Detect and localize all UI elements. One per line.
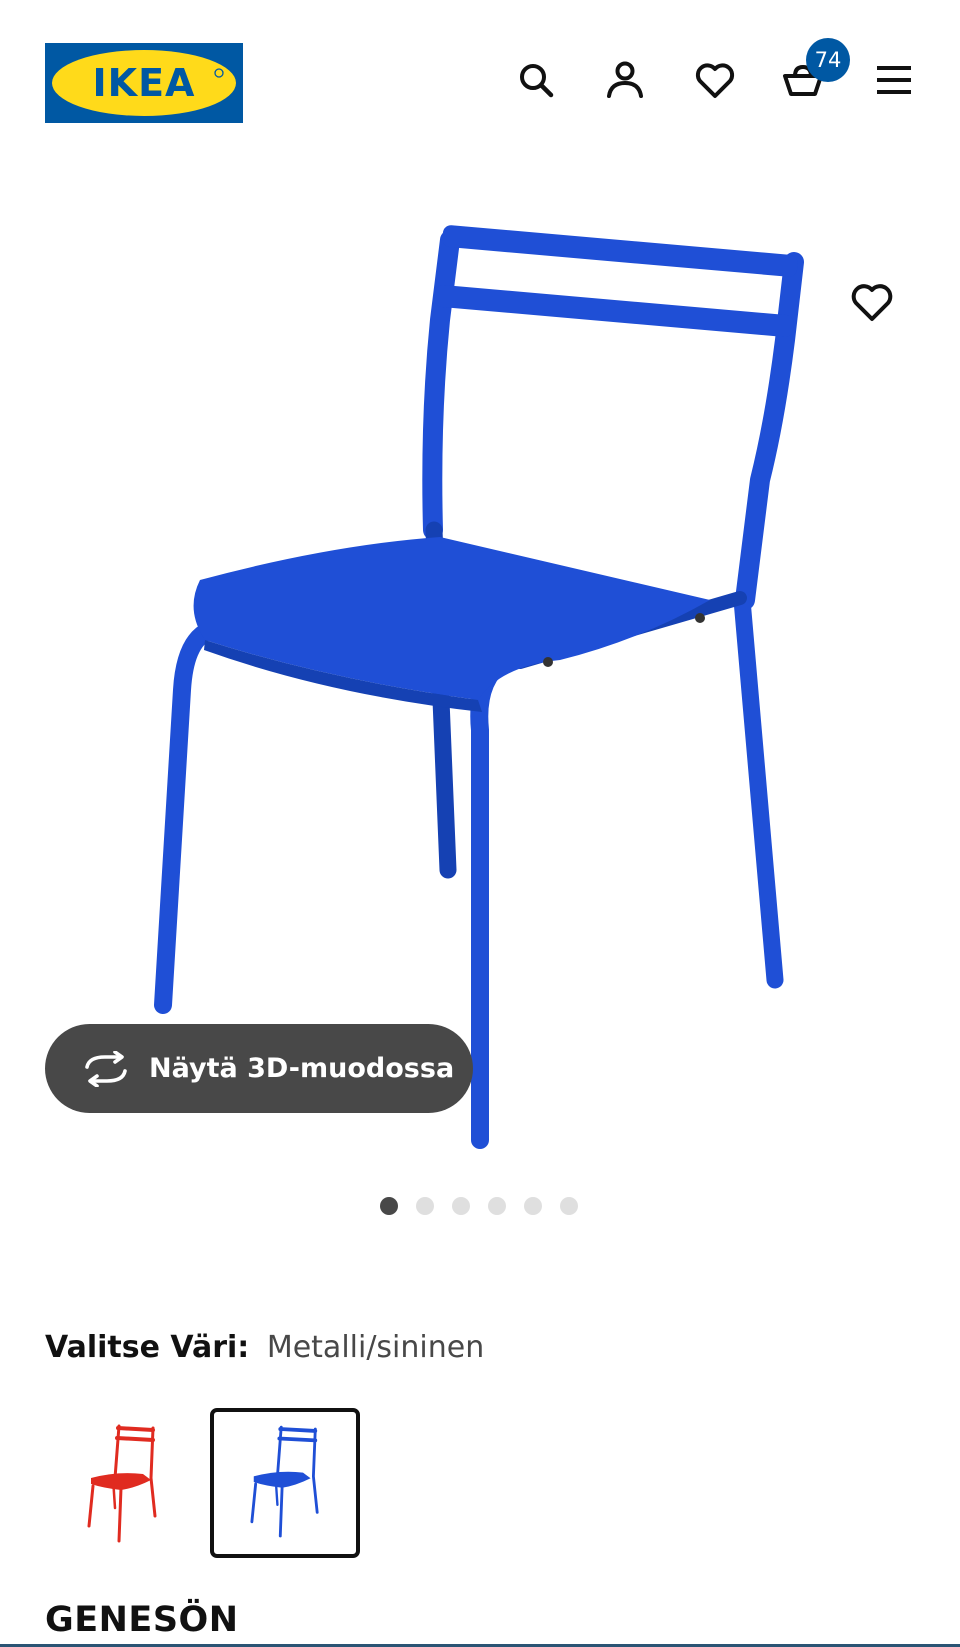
product-name: GENESÖN bbox=[45, 1600, 239, 1640]
color-swatch-blue[interactable] bbox=[210, 1408, 360, 1558]
view-3d-label: Näytä 3D-muodossa bbox=[149, 1053, 455, 1084]
site-header: IKEA 74 bbox=[0, 0, 960, 170]
color-value: Metalli/sininen bbox=[266, 1330, 485, 1365]
color-selector-heading: Valitse Väri: Metalli/sininen bbox=[45, 1330, 484, 1365]
carousel-dot[interactable] bbox=[416, 1197, 434, 1215]
carousel-dot[interactable] bbox=[488, 1197, 506, 1215]
carousel-dot[interactable] bbox=[560, 1197, 578, 1215]
add-to-favourites-button[interactable] bbox=[848, 278, 896, 326]
image-carousel-indicator bbox=[380, 1197, 596, 1217]
carousel-dot[interactable] bbox=[380, 1197, 398, 1215]
carousel-dot[interactable] bbox=[452, 1197, 470, 1215]
ikea-logo[interactable]: IKEA bbox=[45, 43, 243, 123]
menu-icon[interactable] bbox=[872, 58, 916, 102]
account-icon[interactable] bbox=[603, 58, 647, 102]
search-icon[interactable] bbox=[514, 58, 558, 102]
heart-icon[interactable] bbox=[693, 58, 737, 102]
color-swatch-red[interactable] bbox=[55, 1408, 205, 1558]
product-image[interactable] bbox=[0, 170, 960, 1170]
view-3d-button[interactable]: Näytä 3D-muodossa bbox=[45, 1024, 473, 1113]
heart-icon bbox=[851, 284, 893, 321]
red-chair-thumbnail bbox=[87, 1424, 157, 1543]
rotate-3d-icon bbox=[85, 1050, 127, 1087]
svg-text:IKEA: IKEA bbox=[93, 61, 196, 105]
carousel-dot[interactable] bbox=[524, 1197, 542, 1215]
cart-count-badge: 74 bbox=[806, 38, 850, 82]
chair-illustration bbox=[154, 225, 804, 1149]
blue-chair-thumbnail bbox=[250, 1425, 319, 1538]
color-label: Valitse Väri: bbox=[45, 1330, 250, 1365]
